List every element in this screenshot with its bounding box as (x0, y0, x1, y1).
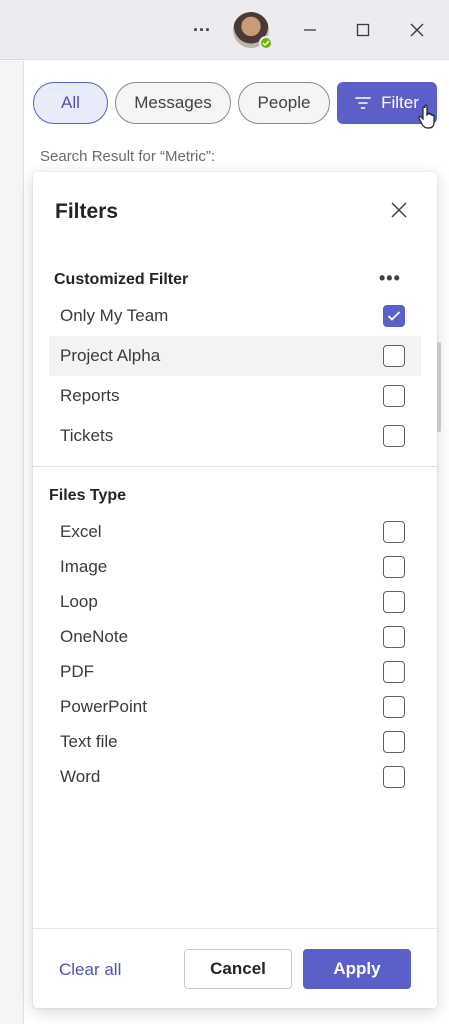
filter-label: Tickets (60, 426, 114, 445)
tab-all[interactable]: All (33, 82, 108, 124)
checkbox[interactable] (383, 766, 405, 788)
filter-label: Text file (60, 732, 118, 751)
filter-row-powerpoint[interactable]: PowerPoint (49, 687, 421, 727)
filter-row-only-my-team[interactable]: Only My Team (49, 296, 421, 336)
filter-row-project-alpha[interactable]: Project Alpha (49, 336, 421, 376)
panel-title: Filters (55, 200, 119, 223)
filter-button-label: Filter (381, 93, 419, 112)
hand-cursor-icon (418, 104, 440, 135)
filter-label: Reports (60, 386, 120, 405)
filter-row-pdf[interactable]: PDF (49, 652, 421, 692)
filter-row-reports[interactable]: Reports (49, 376, 421, 416)
more-options-button[interactable]: ··· (182, 8, 222, 52)
filter-label: Image (60, 557, 108, 576)
filter-row-word[interactable]: Word (49, 757, 421, 797)
close-icon (391, 202, 407, 218)
section-divider (33, 466, 437, 467)
clear-all-link[interactable]: Clear all (59, 960, 121, 980)
checkbox[interactable] (383, 556, 405, 578)
checkbox[interactable] (383, 626, 405, 648)
filter-label: Excel (60, 522, 102, 541)
checkbox[interactable] (383, 731, 405, 753)
filter-row-loop[interactable]: Loop (49, 582, 421, 622)
minimize-icon (304, 29, 316, 31)
status-available-icon (259, 36, 273, 50)
close-panel-button[interactable] (385, 196, 413, 224)
filter-row-tickets[interactable]: Tickets (49, 416, 421, 456)
tab-people[interactable]: People (238, 82, 330, 124)
close-window-button[interactable] (397, 8, 437, 52)
section-title-files-type: Files Type (49, 487, 127, 504)
cancel-button[interactable]: Cancel (184, 949, 292, 989)
scrollbar-thumb[interactable] (437, 342, 441, 432)
filter-label: PDF (60, 662, 94, 681)
filter-label: Project Alpha (60, 346, 161, 365)
filter-row-image[interactable]: Image (49, 547, 421, 587)
more-horizontal-icon: ··· (193, 19, 211, 40)
filter-row-onenote[interactable]: OneNote (49, 617, 421, 657)
checkbox[interactable] (383, 696, 405, 718)
filter-icon (355, 97, 371, 109)
checkbox-checked[interactable] (383, 305, 405, 327)
checkmark-icon (387, 311, 401, 321)
filter-row-text-file[interactable]: Text file (49, 722, 421, 762)
maximize-button[interactable] (343, 8, 383, 52)
filter-label: PowerPoint (60, 697, 147, 716)
filter-row-excel[interactable]: Excel (49, 512, 421, 552)
apply-button[interactable]: Apply (303, 949, 411, 989)
checkbox[interactable] (383, 425, 405, 447)
close-icon (410, 23, 424, 37)
checkbox[interactable] (383, 521, 405, 543)
left-pane (0, 61, 24, 1024)
title-bar: ··· (0, 0, 449, 60)
checkbox[interactable] (383, 591, 405, 613)
filter-label: OneNote (60, 627, 129, 646)
minimize-button[interactable] (290, 8, 330, 52)
tab-messages-label: Messages (134, 93, 212, 112)
tab-people-label: People (257, 93, 311, 112)
filter-label: Only My Team (60, 306, 169, 325)
filter-label: Word (60, 767, 101, 786)
tab-all-label: All (61, 93, 80, 112)
checkbox[interactable] (383, 661, 405, 683)
checkbox[interactable] (383, 385, 405, 407)
footer-divider (33, 928, 437, 929)
checkbox[interactable] (383, 345, 405, 367)
maximize-icon (356, 23, 370, 37)
filters-panel: Filters Customized Filter ••• Only My Te… (33, 172, 441, 1008)
search-result-caption: Search Result for “Metric”: (40, 148, 216, 165)
section-title-customized: Customized Filter (54, 271, 189, 288)
more-horizontal-icon[interactable]: ••• (379, 268, 401, 289)
filter-label: Loop (60, 592, 98, 611)
tab-messages[interactable]: Messages (115, 82, 231, 124)
